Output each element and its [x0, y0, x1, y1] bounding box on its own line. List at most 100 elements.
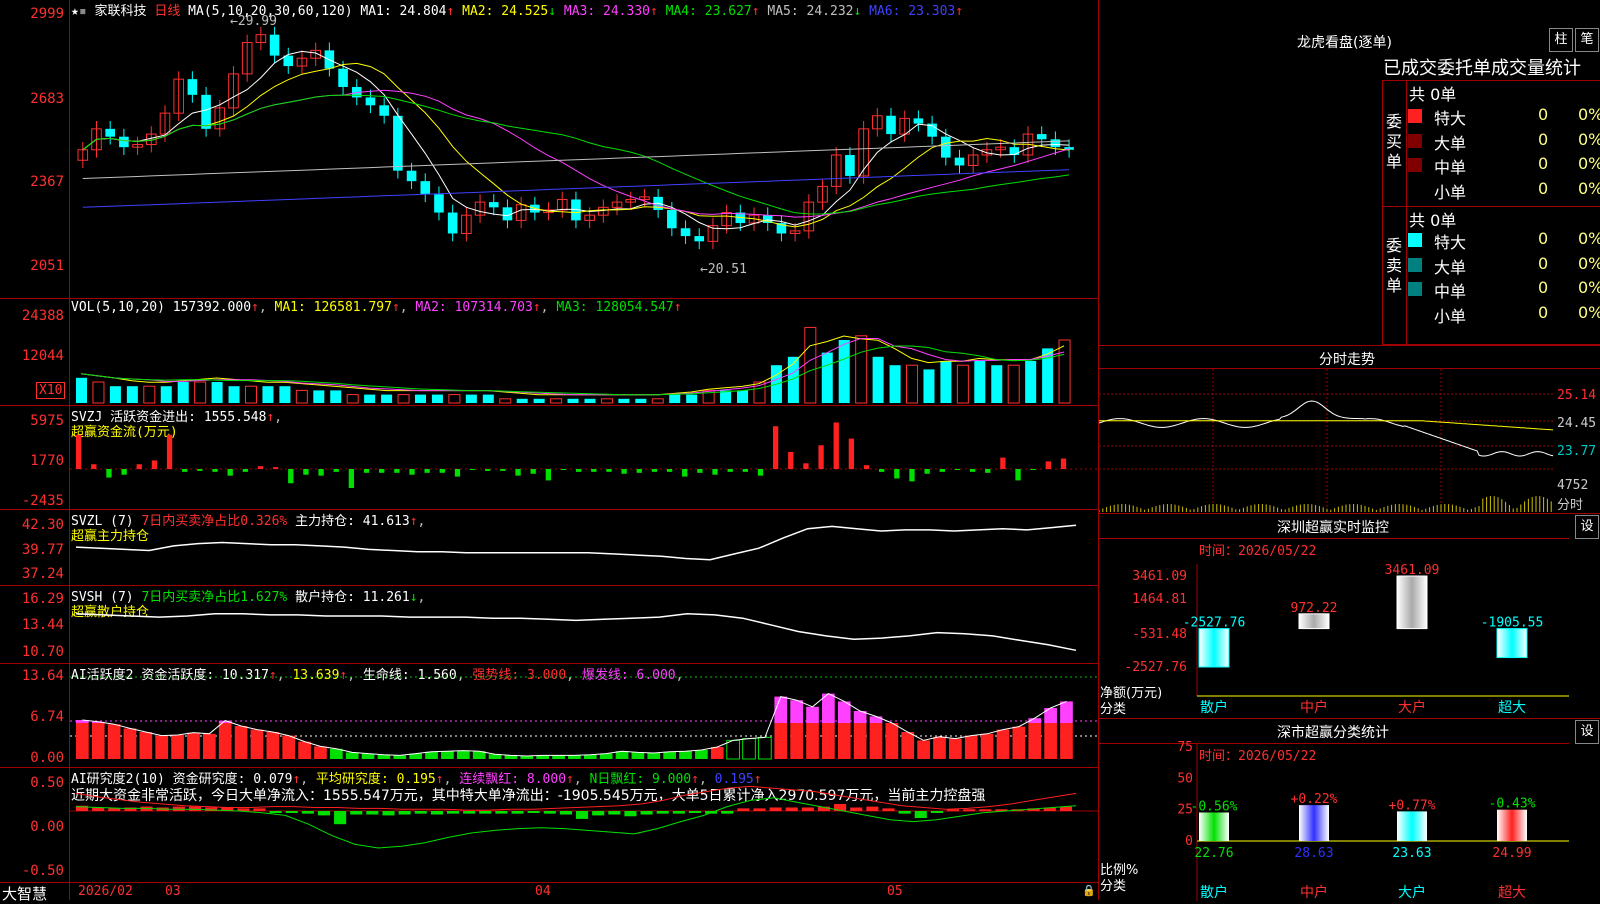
ai-active-bar	[218, 723, 232, 759]
svzj-bar	[606, 469, 612, 472]
ai-active-bar	[631, 752, 645, 759]
classify-xlabel: 分类	[1100, 879, 1127, 894]
svzj-bar	[591, 469, 597, 472]
intraday-tick-1: 24.45	[1557, 416, 1597, 431]
ai-active-bar	[441, 751, 454, 759]
vol-bar	[956, 364, 969, 404]
ai-active-bar	[329, 748, 343, 759]
vol-bar	[889, 365, 901, 403]
candle-body	[488, 202, 499, 208]
ai-research-ytick-1: 0.00	[30, 819, 64, 835]
ai-research-pane[interactable]: AI研究度2(10) 资金研究度: 0.079↑, 平均研究度: 0.195↑,…	[0, 767, 1098, 882]
svzj-bar	[106, 469, 112, 478]
svzj-chart[interactable]	[70, 405, 1098, 509]
svzj-bar	[242, 469, 248, 472]
vol-ytick-1: 12044	[21, 348, 64, 364]
ai-active-chart[interactable]	[70, 663, 1098, 767]
intraday-chart[interactable]	[1099, 369, 1555, 514]
vol-chart[interactable]	[70, 298, 1098, 405]
monitor-bar-value: -1905.55	[1481, 616, 1544, 631]
ai-active-bar	[917, 740, 930, 759]
svzj-ytick-1: 1770	[30, 453, 64, 469]
candle-body	[119, 136, 129, 148]
ai-active-bar	[933, 736, 946, 759]
vol-bar	[414, 394, 426, 403]
ai-active-bar	[949, 738, 962, 759]
air-bar	[108, 808, 121, 811]
monitor-cat: 超大	[1498, 700, 1526, 716]
ai-research-chart[interactable]	[70, 767, 1098, 882]
svzj-bar	[576, 469, 582, 472]
svzj-bar	[924, 469, 930, 474]
intraday-panel[interactable]: 分时走势 25.14 24.45 23.77 4752 分时	[1099, 345, 1600, 514]
vol-bar	[211, 382, 223, 403]
svzj-bar	[136, 464, 142, 469]
vol-bar	[635, 398, 647, 403]
vol-bar	[313, 390, 325, 403]
ai-active-ytick-1: 6.74	[30, 709, 64, 725]
intraday-price-line	[1099, 400, 1554, 457]
svzj-bar	[666, 469, 673, 472]
vol-bar	[618, 398, 630, 403]
candle-body	[283, 55, 294, 67]
monitor-ytick: 3461.09	[1132, 569, 1187, 584]
ai-active-bar	[837, 723, 851, 759]
svzj-bar	[894, 469, 900, 479]
candle-body	[269, 34, 280, 56]
x-label-2: 04	[535, 884, 551, 899]
air-bar	[559, 811, 572, 815]
classify-panel[interactable]: 深市超赢分类统计 设 时间：2026/05/22 75 50 25 0 -0.56% 22…	[1099, 718, 1600, 901]
sell-side-label: 委卖单	[1386, 236, 1403, 295]
svzj-bar	[772, 426, 779, 469]
svzj-bar	[151, 460, 158, 469]
air-green-line	[75, 797, 1077, 849]
svzj-bar	[76, 434, 82, 469]
svzj-bar	[439, 469, 445, 473]
ai-active-bar-top	[806, 706, 819, 723]
vol-bar	[855, 335, 868, 404]
vol-bar	[346, 394, 359, 404]
air-bar	[527, 811, 540, 813]
vol-bar	[279, 386, 291, 403]
ai-active-bar	[790, 723, 803, 759]
air-bar	[398, 811, 411, 815]
buy-total: 共 0单	[1409, 85, 1457, 104]
svzj-pane[interactable]: SVZJ 活跃资金进出: 1555.548↑, 超赢资金流(万元) 5975 1…	[0, 405, 1098, 510]
monitor-chart[interactable]: 3461.091464.81-531.48-2527.76-2527.76散户9…	[1099, 514, 1600, 719]
svzl-chart[interactable]	[70, 509, 1098, 585]
monitor-cat: 大户	[1398, 699, 1426, 716]
classify-chart[interactable]: 7550250-0.56%22.76散户+0.22%28.63中户+0.77%2…	[1099, 719, 1600, 901]
vol-bar	[448, 394, 461, 404]
vol-pane[interactable]: VOL(5,10,20) 157392.000↑, MA1: 126581.79…	[0, 298, 1098, 406]
svsh-pane[interactable]: SVSH (7) 7日内买卖净占比1.627% 散户持仓: 11.261↓, 超…	[0, 585, 1098, 664]
legend-square	[1408, 183, 1422, 197]
svzl-pane[interactable]: SVZL (7) 7日内买卖净占比0.326% 主力持仓: 41.613↑, 超…	[0, 509, 1098, 586]
air-bar	[769, 807, 782, 811]
air-bar	[382, 811, 395, 816]
air-bar	[301, 811, 314, 814]
svzj-bar	[939, 469, 945, 472]
kline-pane[interactable]: ★▪ 家联科技 日线 MA(5,10,20,30,60,120) MA1: 24…	[0, 0, 1098, 299]
lock-icon[interactable]: 🔒	[1082, 884, 1096, 897]
bar-mode-button[interactable]: 柱	[1549, 28, 1573, 52]
ai-active-bar	[1028, 723, 1042, 759]
vol-bar	[991, 365, 1003, 403]
ai-active-pane[interactable]: AI活跃度2 资金活跃度: 10.317↑, 13.639↑, 生命线: 1.5…	[0, 663, 1098, 768]
svsh-chart[interactable]	[70, 585, 1098, 663]
ma-line-MA5	[82, 140, 1070, 179]
kline-chart[interactable]	[70, 0, 1098, 298]
ai-active-bar	[298, 741, 311, 759]
ai-active-bar	[314, 746, 327, 759]
svzj-bar	[212, 469, 218, 472]
vol-bar	[364, 394, 376, 403]
svzj-bar	[1030, 469, 1036, 470]
buy-row-3: 小单00%	[1408, 178, 1600, 202]
ai-active-bar	[964, 735, 978, 759]
sell-row-3: 小单00%	[1408, 302, 1600, 326]
kline-ytick-1: 2683	[30, 91, 64, 107]
tick-mode-button[interactable]: 笔	[1575, 28, 1599, 52]
monitor-panel[interactable]: 深圳超赢实时监控 设 时间：2026/05/22 3461.09 1464.81-…	[1099, 513, 1600, 719]
air-bar	[672, 811, 685, 814]
ai-active-bar	[1060, 723, 1073, 759]
ai-active-bar	[710, 747, 724, 759]
